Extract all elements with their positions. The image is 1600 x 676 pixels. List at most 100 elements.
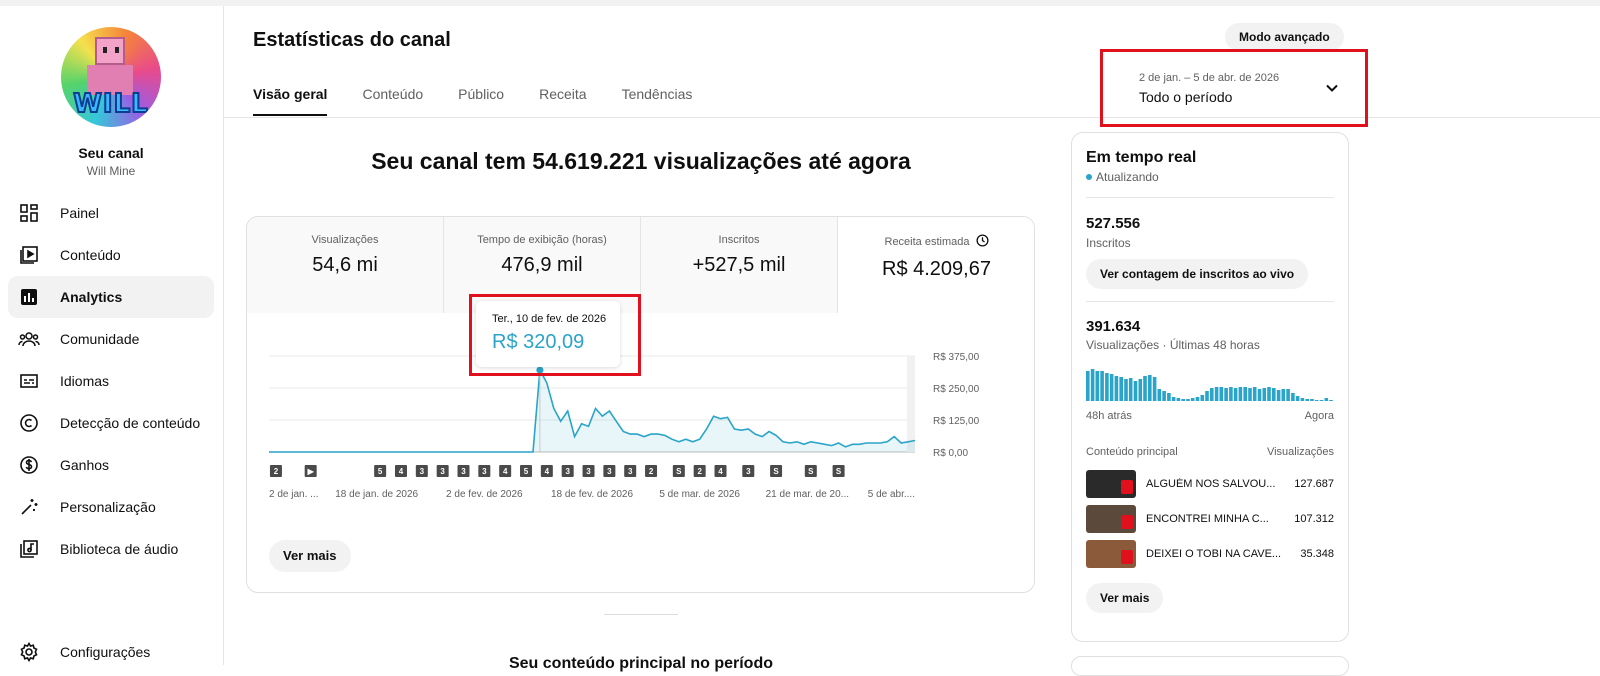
period-selector[interactable]: 2 de jan. – 5 de abr. de 2026 Todo o per… bbox=[1100, 49, 1368, 127]
views-value: 391.634 bbox=[1086, 318, 1141, 335]
x-tick-label: 2 de fev. de 2026 bbox=[446, 489, 523, 500]
spark-bar bbox=[1257, 389, 1262, 401]
chart-more-button[interactable]: Ver mais bbox=[269, 540, 351, 572]
sidebar-item-conteudo[interactable]: Conteúdo bbox=[8, 234, 214, 276]
video-thumbnail bbox=[1086, 505, 1136, 533]
upload-marker-label: 3 bbox=[440, 467, 445, 476]
sidebar-item-configuracoes[interactable]: Configurações bbox=[8, 631, 214, 673]
spark-bar bbox=[1119, 377, 1123, 401]
x-tick-label: 5 de mar. de 2026 bbox=[659, 489, 740, 500]
sidebar-item-deteccao[interactable]: Detecção de conteúdo bbox=[8, 402, 214, 444]
period-range: 2 de jan. – 5 de abr. de 2026 bbox=[1139, 72, 1280, 84]
live-count-button[interactable]: Ver contagem de inscritos ao vivo bbox=[1086, 259, 1309, 289]
top-content-header: Conteúdo principal bbox=[1086, 446, 1178, 458]
shorts-icon bbox=[1121, 480, 1133, 494]
spark-bar bbox=[1133, 381, 1138, 401]
spark-bar bbox=[1124, 379, 1128, 401]
tooltip-value: R$ 320,09 bbox=[492, 331, 585, 353]
upload-marker-label: 2 bbox=[649, 467, 654, 476]
sidebar-item-idiomas[interactable]: Idiomas bbox=[8, 360, 214, 402]
upload-marker-label: 4 bbox=[718, 467, 723, 476]
views-sparkline[interactable] bbox=[1086, 367, 1334, 401]
spark-bar bbox=[1262, 388, 1267, 401]
avatar[interactable]: WILL bbox=[61, 27, 161, 127]
video-thumbnail bbox=[1086, 540, 1136, 568]
avatar-head bbox=[95, 37, 125, 65]
spark-bar bbox=[1095, 371, 1100, 401]
sidebar-item-analytics[interactable]: Analytics bbox=[8, 276, 214, 318]
sidebar-item-biblioteca-audio[interactable]: Biblioteca de áudio bbox=[8, 528, 214, 570]
upload-marker-label: S bbox=[773, 467, 779, 476]
spark-bar bbox=[1114, 376, 1119, 401]
metric-value: 54,6 mi bbox=[312, 254, 378, 276]
tab-tendencias[interactable]: Tendências bbox=[622, 86, 693, 116]
avatar-eye bbox=[115, 47, 119, 53]
upload-marker-label: 5 bbox=[378, 467, 383, 476]
revenue-chart[interactable]: R$ 375,00 R$ 250,00 R$ 125,00 R$ 0,00 2 ▶ 5 4 3 3… bbox=[247, 313, 1035, 533]
list-item[interactable]: DEIXEI O TOBI NA CAVE... 35.348 bbox=[1086, 539, 1334, 569]
video-title: DEIXEI O TOBI NA CAVE... bbox=[1146, 548, 1282, 560]
page-title: Estatísticas do canal bbox=[253, 29, 451, 51]
sidebar-item-label: Detecção de conteúdo bbox=[60, 415, 201, 431]
sidebar-item-label: Biblioteca de áudio bbox=[60, 541, 179, 557]
spark-bar bbox=[1100, 371, 1104, 401]
spark-bar bbox=[1238, 387, 1243, 401]
spark-axis-left: 48h atrás bbox=[1086, 410, 1132, 422]
spark-bar bbox=[1243, 387, 1247, 401]
divider bbox=[1086, 301, 1334, 302]
video-views: 35.348 bbox=[1300, 548, 1334, 560]
spark-bar bbox=[1143, 376, 1147, 401]
chart-tooltip: Ter., 10 de fev. de 2026 R$ 320,09 bbox=[476, 301, 620, 367]
y-tick-label: R$ 125,00 bbox=[933, 416, 980, 427]
upload-marker-label: S bbox=[836, 467, 842, 476]
realtime-status-text: Atualizando bbox=[1096, 170, 1159, 184]
sidebar-item-label: Painel bbox=[60, 205, 99, 221]
spark-bar bbox=[1314, 400, 1319, 401]
tab-conteudo[interactable]: Conteúdo bbox=[362, 86, 423, 116]
sidebar-item-label: Idiomas bbox=[60, 373, 110, 389]
metrics-row: Visualizações 54,6 mi Tempo de exibição … bbox=[247, 217, 1034, 313]
list-item[interactable]: ENCONTREI MINHA C... 107.312 bbox=[1086, 504, 1334, 534]
spark-bar bbox=[1252, 387, 1257, 401]
metric-views[interactable]: Visualizações 54,6 mi bbox=[247, 217, 444, 313]
magic-wand-icon bbox=[18, 496, 40, 518]
audio-library-icon bbox=[18, 538, 40, 560]
sidebar: WILL Seu canal Will Mine Painel Conteúdo… bbox=[0, 6, 224, 665]
tab-visao-geral[interactable]: Visão geral bbox=[253, 86, 328, 116]
gear-icon bbox=[18, 641, 40, 663]
upload-marker-label: 2 bbox=[697, 467, 702, 476]
overview-card: Visualizações 54,6 mi Tempo de exibição … bbox=[246, 216, 1035, 593]
sidebar-item-ganhos[interactable]: Ganhos bbox=[8, 444, 214, 486]
channel-headline: Seu canal tem 54.619.221 visualizações a… bbox=[371, 148, 911, 174]
next-card bbox=[1071, 656, 1349, 676]
tab-publico[interactable]: Público bbox=[458, 86, 504, 116]
metric-label: Tempo de exibição (horas) bbox=[477, 234, 607, 246]
x-tick-label: 5 de abr.... bbox=[868, 489, 915, 500]
spark-bar bbox=[1214, 387, 1219, 401]
realtime-more-button[interactable]: Ver mais bbox=[1086, 583, 1164, 613]
spark-bar bbox=[1319, 400, 1324, 401]
sidebar-item-painel[interactable]: Painel bbox=[8, 192, 214, 234]
sidebar-item-comunidade[interactable]: Comunidade bbox=[8, 318, 214, 360]
upload-marker-label: S bbox=[808, 467, 814, 476]
advanced-mode-button[interactable]: Modo avançado bbox=[1225, 23, 1344, 51]
sidebar-footer: Configurações bbox=[8, 631, 214, 673]
metric-revenue[interactable]: Receita estimada R$ 4.209,67 bbox=[838, 217, 1034, 313]
upload-marker-label: 3 bbox=[565, 467, 570, 476]
spark-bar bbox=[1195, 397, 1200, 401]
spark-bar bbox=[1233, 388, 1238, 401]
spark-bar bbox=[1229, 387, 1233, 401]
list-item[interactable]: ALGUÉM NOS SALVOU... 127.687 bbox=[1086, 469, 1334, 499]
spark-bar bbox=[1205, 391, 1209, 401]
sidebar-item-label: Comunidade bbox=[60, 331, 140, 347]
sidebar-item-personalizacao[interactable]: Personalização bbox=[8, 486, 214, 528]
upload-marker-label: 3 bbox=[420, 467, 425, 476]
tab-receita[interactable]: Receita bbox=[539, 86, 586, 116]
upload-marker-label: 4 bbox=[399, 467, 404, 476]
metric-subscribers[interactable]: Inscritos +527,5 mil bbox=[641, 217, 838, 313]
live-dot-icon bbox=[1086, 174, 1092, 180]
spark-axis-right: Agora bbox=[1304, 410, 1334, 422]
upload-marker-label: 3 bbox=[628, 467, 633, 476]
channel-title: Seu canal bbox=[78, 145, 144, 161]
shorts-icon bbox=[1121, 515, 1133, 529]
